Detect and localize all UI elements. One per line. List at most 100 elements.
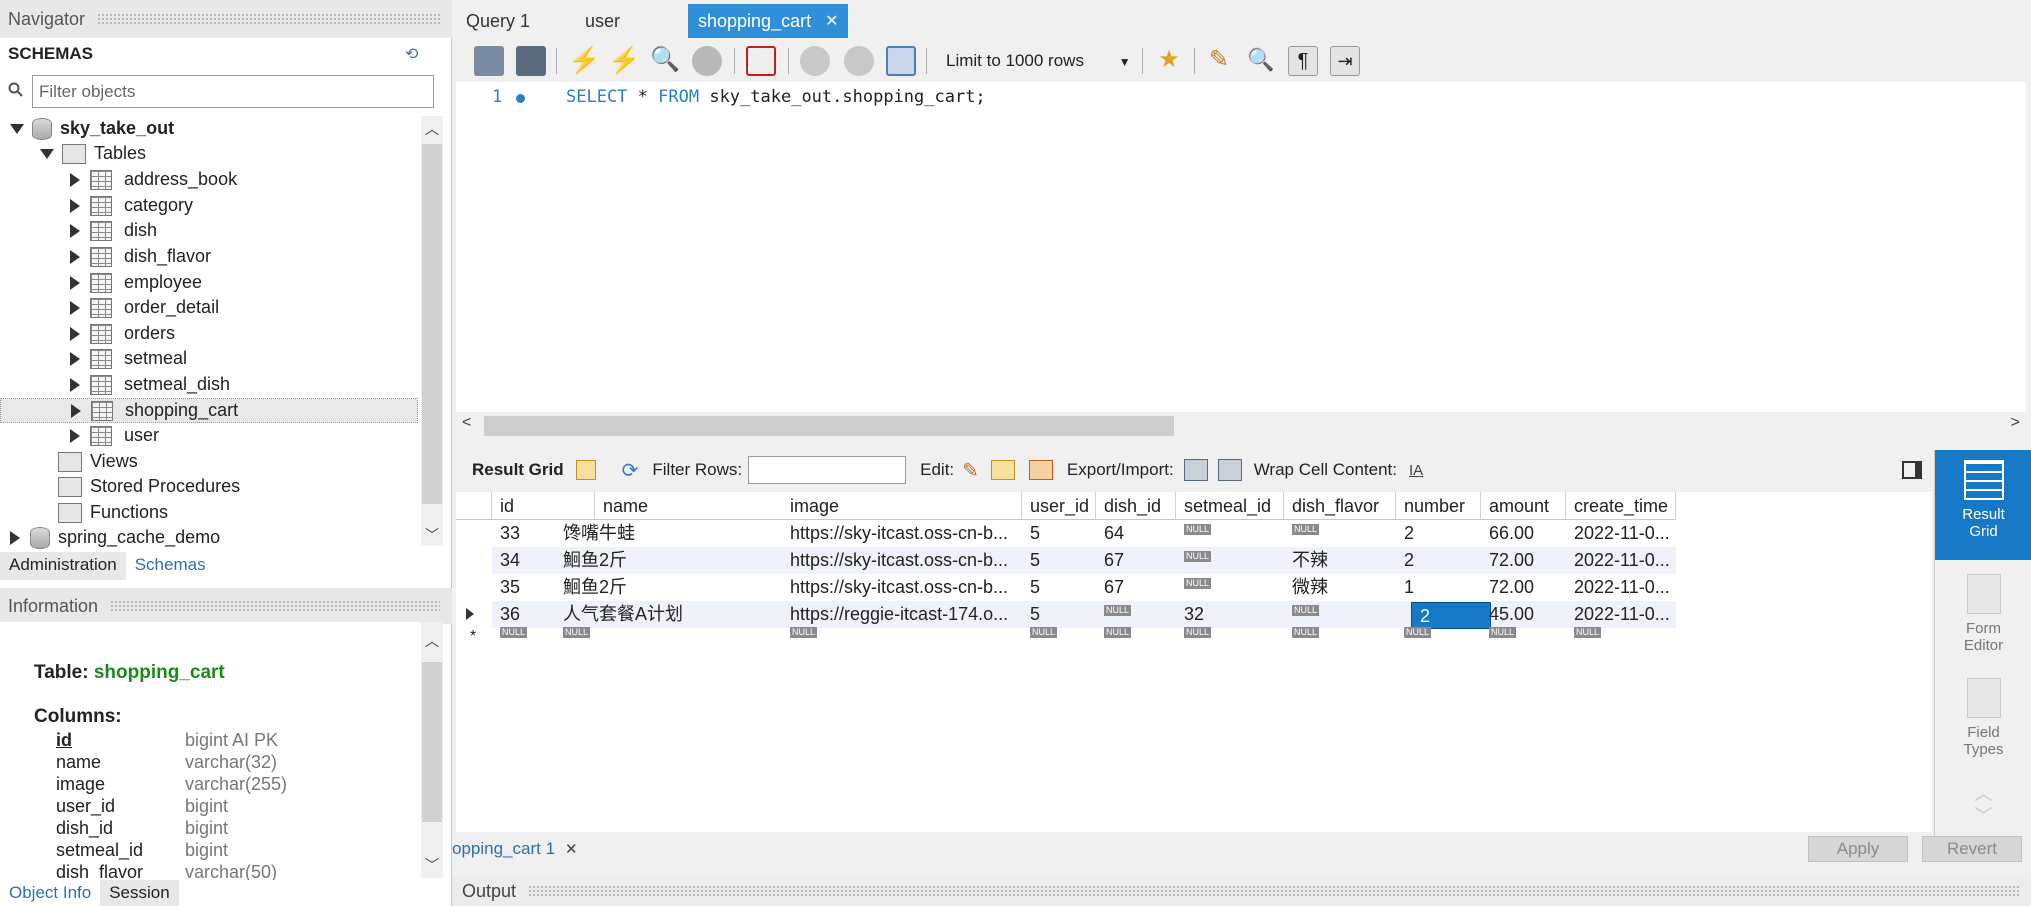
revert-button[interactable]: Revert — [1922, 836, 2022, 862]
expand-icon[interactable] — [70, 249, 80, 264]
cell[interactable]: https://reggie-itcast-174.o... — [782, 601, 1022, 628]
panel-down-icon[interactable]: ﹀ — [1935, 802, 2031, 826]
invisible-chars-icon[interactable]: ¶ — [1288, 46, 1318, 76]
tree-item-functions[interactable]: Functions — [58, 500, 168, 525]
expand-icon[interactable] — [10, 530, 20, 545]
cell[interactable]: NULL — [1566, 623, 1602, 643]
cell[interactable]: NULL — [782, 623, 818, 643]
cell[interactable]: NULL — [1284, 520, 1396, 547]
cell[interactable]: NULL — [1284, 623, 1320, 643]
find-icon[interactable]: 🔍 — [1246, 46, 1276, 76]
cell[interactable]: https://sky-itcast.oss-cn-b... — [782, 520, 1022, 547]
open-folder-icon[interactable] — [474, 46, 504, 76]
panel-grip[interactable] — [528, 885, 2019, 897]
scroll-thumb[interactable] — [422, 144, 442, 504]
grid-icon[interactable] — [575, 460, 596, 480]
col-header-image[interactable]: image — [782, 492, 1022, 520]
field-types-button[interactable]: Field Types — [1935, 674, 2031, 764]
cell[interactable]: 5 — [1022, 520, 1096, 547]
scroll-right-icon[interactable]: > — [2011, 414, 2020, 432]
tree-table-row[interactable]: orders — [70, 321, 175, 346]
export-icon[interactable] — [1183, 459, 1208, 481]
commit-icon[interactable] — [800, 46, 830, 76]
result-grid-view-button[interactable]: Result Grid — [1935, 450, 2031, 560]
cell[interactable]: 72.00 — [1481, 574, 1566, 601]
scroll-thumb[interactable] — [484, 416, 1174, 436]
expand-icon[interactable] — [70, 198, 80, 213]
tree-table-row[interactable]: dish_flavor — [70, 244, 211, 269]
expand-icon[interactable] — [71, 403, 81, 418]
scroll-down-icon[interactable]: ﹀ — [421, 524, 443, 546]
col-header-user-id[interactable]: user_id — [1022, 492, 1096, 520]
expand-icon[interactable] — [70, 275, 80, 290]
tree-table-row[interactable]: setmeal_dish — [70, 372, 230, 397]
col-header-setmeal-id[interactable]: setmeal_id — [1176, 492, 1284, 520]
editor-hscrollbar[interactable]: < > — [456, 414, 2026, 438]
cell[interactable]: 5 — [1022, 547, 1096, 574]
cell[interactable]: NULL — [492, 623, 528, 643]
cell[interactable]: 5 — [1022, 574, 1096, 601]
panel-grip[interactable] — [110, 600, 440, 612]
cell[interactable]: 馋嘴牛蛙 — [555, 520, 782, 547]
cell[interactable]: 67 — [1096, 574, 1176, 601]
tree-item-views[interactable]: Views — [58, 449, 138, 474]
panel-up-icon[interactable]: ︿ — [1935, 780, 2031, 804]
chevron-down-icon[interactable]: ▼ — [1119, 55, 1131, 69]
tree-table-row[interactable]: employee — [70, 270, 202, 295]
cell[interactable]: https://sky-itcast.oss-cn-b... — [782, 574, 1022, 601]
tree-item-spring-cache-demo[interactable]: spring_cache_demo — [10, 525, 220, 550]
cell[interactable]: NULL — [555, 623, 591, 643]
cell[interactable]: 66.00 — [1481, 520, 1566, 547]
sql-code[interactable]: SELECT * FROM sky_take_out.shopping_cart… — [566, 87, 986, 107]
cell[interactable]: NULL — [1022, 623, 1058, 643]
scroll-down-icon[interactable]: ﹀ — [421, 854, 443, 876]
filter-objects-input[interactable]: Filter objects — [32, 75, 434, 108]
expand-icon[interactable] — [40, 148, 54, 159]
stop-icon[interactable] — [692, 46, 722, 76]
cell[interactable]: 2022-11-0... — [1566, 547, 1676, 574]
cell[interactable]: 64 — [1096, 520, 1176, 547]
refresh-icon[interactable]: ⟳ — [622, 458, 639, 483]
refresh-icon[interactable]: ⟲ — [405, 44, 425, 63]
expand-icon[interactable] — [70, 377, 80, 392]
cell[interactable]: NULL — [1396, 623, 1432, 643]
tab-user[interactable]: user — [575, 4, 630, 38]
col-header-id[interactable]: id — [492, 492, 595, 520]
expand-icon[interactable] — [70, 326, 80, 341]
sql-editor[interactable]: 1 SELECT * FROM sky_take_out.shopping_ca… — [456, 82, 2026, 412]
execute-icon[interactable]: ⚡ — [568, 46, 600, 76]
expand-icon[interactable] — [10, 123, 24, 134]
navigator-scrollbar[interactable]: ︿ ﹀ — [421, 116, 443, 546]
cell[interactable]: NULL — [1176, 574, 1284, 601]
col-header-dish-id[interactable]: dish_id — [1096, 492, 1176, 520]
autocommit-icon[interactable] — [886, 46, 916, 76]
cell[interactable]: 2022-11-0... — [1566, 574, 1676, 601]
cell[interactable]: NULL — [1176, 623, 1212, 643]
expand-icon[interactable] — [70, 300, 80, 315]
cell[interactable]: 2 — [1396, 520, 1481, 547]
delete-row-icon[interactable] — [1028, 460, 1053, 480]
cell[interactable]: NULL — [1176, 520, 1284, 547]
filter-rows-input[interactable] — [748, 456, 907, 484]
tree-item-procedures[interactable]: Stored Procedures — [58, 474, 240, 499]
tree-table-row[interactable]: category — [70, 193, 193, 218]
cell[interactable]: 微辣 — [1284, 574, 1396, 601]
wrap-icon[interactable]: ⇥ — [1330, 46, 1360, 76]
form-editor-button[interactable]: Form Editor — [1935, 570, 2031, 660]
cell[interactable]: NULL — [1096, 623, 1132, 643]
cell[interactable]: 2022-11-0... — [1566, 520, 1676, 547]
expand-icon[interactable] — [70, 351, 80, 366]
apply-button[interactable]: Apply — [1808, 836, 1908, 862]
limit-rows-select[interactable]: Limit to 1000 rows ▼ — [946, 51, 1131, 71]
cell[interactable]: 鮰鱼2斤 — [555, 574, 782, 601]
cell[interactable]: 1 — [1396, 574, 1481, 601]
tree-table-row[interactable]: setmeal — [70, 346, 187, 371]
tree-table-row[interactable]: dish — [70, 218, 157, 243]
cell[interactable]: NULL — [1176, 547, 1284, 574]
tree-table-row[interactable]: address_book — [70, 167, 237, 192]
scroll-left-icon[interactable]: < — [462, 414, 471, 432]
panel-grip[interactable] — [97, 13, 440, 25]
expand-icon[interactable] — [70, 223, 80, 238]
tab-administration[interactable]: Administration — [0, 552, 126, 580]
beautify-icon[interactable]: ✎ — [1204, 46, 1234, 76]
